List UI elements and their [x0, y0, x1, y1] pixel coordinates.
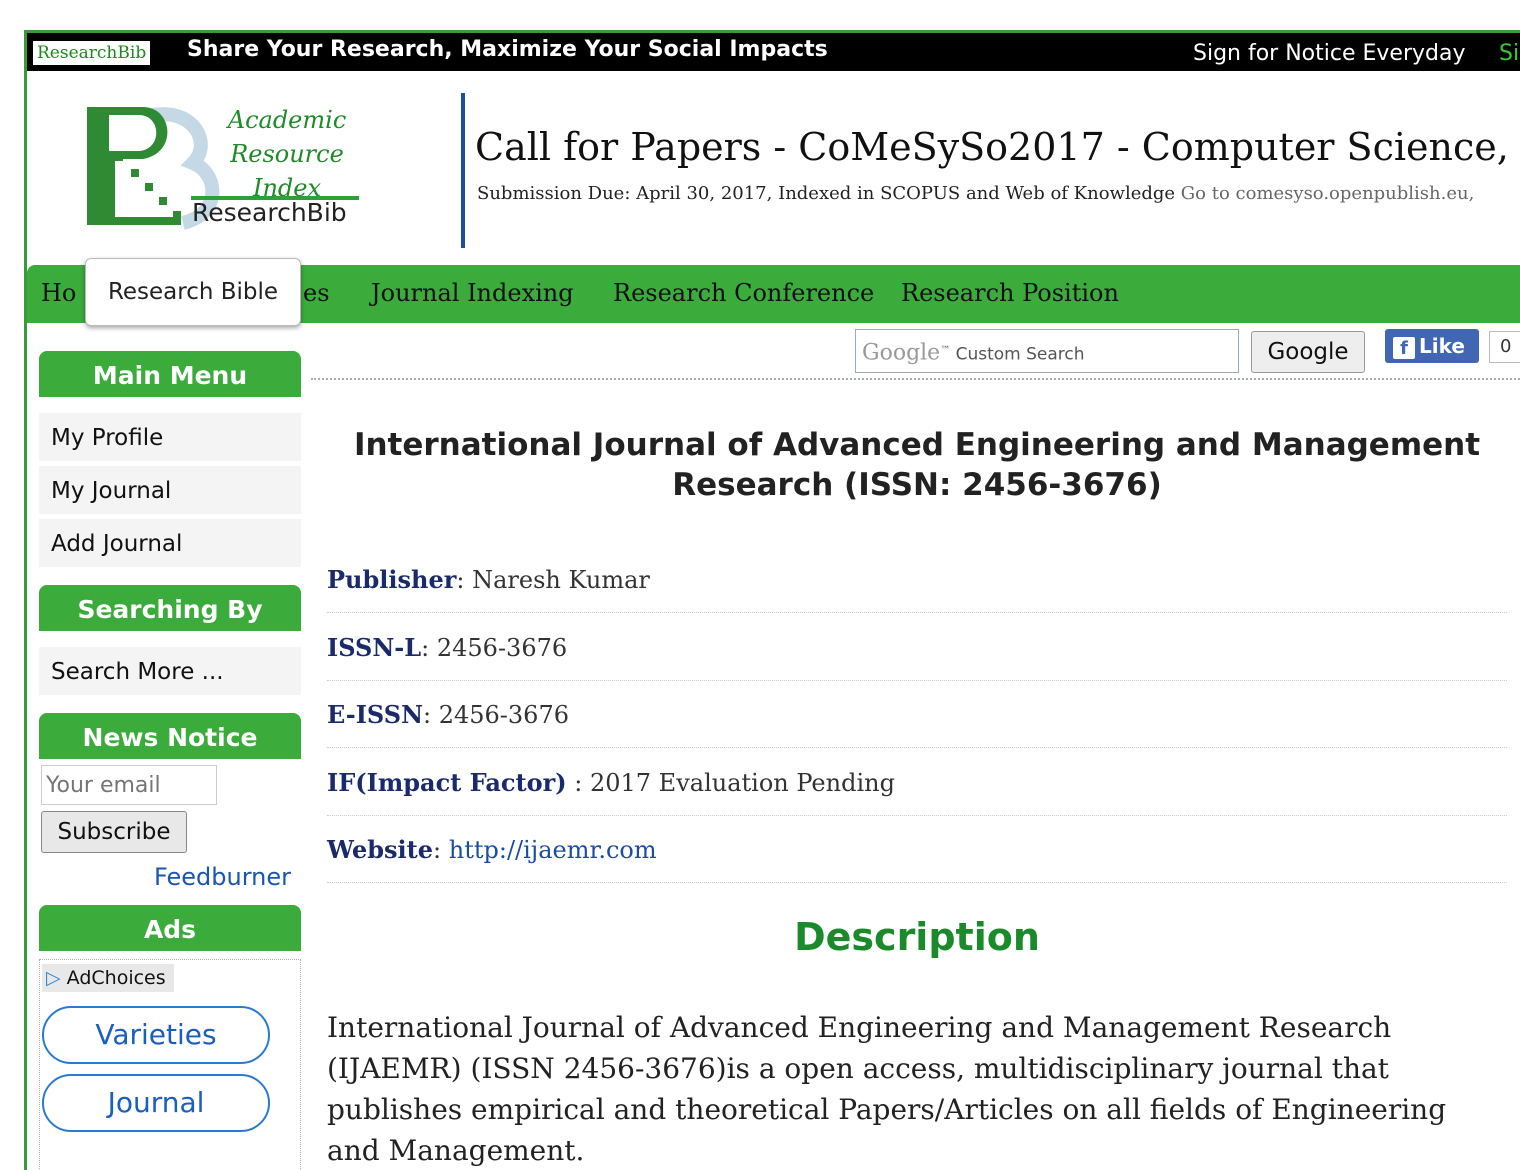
field-e-issn: E-ISSN: 2456-3676 [327, 700, 1507, 748]
page-frame: ResearchBib Share Your Research, Maximiz… [24, 30, 1520, 1170]
impact-factor-label: IF(Impact Factor) [327, 768, 567, 797]
publisher-sep: : [456, 566, 473, 594]
searching-by-heading: Searching By [39, 585, 301, 631]
subscribe-button[interactable]: Subscribe [41, 811, 187, 853]
facebook-like-button[interactable]: f Like [1385, 329, 1479, 363]
email-field[interactable] [41, 765, 217, 805]
call-for-papers-subtitle: Submission Due: April 30, 2017, Indexed … [477, 183, 1474, 204]
google-search-button[interactable]: Google [1251, 331, 1365, 373]
ad-box: ▷ AdChoices Varieties Journal [39, 959, 301, 1170]
field-issn-l: ISSN-L: 2456-3676 [327, 633, 1507, 681]
e-issn-sep: : [423, 701, 439, 729]
mini-logo-research: Research [37, 43, 118, 63]
field-publisher: Publisher: Naresh Kumar [327, 565, 1507, 613]
header-divider [461, 93, 465, 248]
nav-research-conference[interactable]: Research Conference [613, 279, 874, 307]
ad-button-varieties[interactable]: Varieties [42, 1006, 270, 1064]
mini-logo-bib: Bib [117, 43, 147, 63]
adchoices-icon: ▷ [46, 967, 61, 989]
field-impact-factor: IF(Impact Factor) : 2017 Evaluation Pend… [327, 768, 1507, 816]
top-bar: ResearchBib Share Your Research, Maximiz… [27, 33, 1520, 71]
research-bible-tooltip: Research Bible [85, 258, 301, 326]
call-for-papers-title[interactable]: Call for Papers - CoMeSySo2017 - Compute… [475, 125, 1520, 169]
google-wordmark: Google [862, 340, 941, 366]
publisher-value: Naresh Kumar [472, 566, 650, 594]
nav-journals[interactable]: es [303, 279, 330, 307]
google-trademark: ™ [940, 345, 951, 356]
news-notice-heading: News Notice [39, 713, 301, 759]
description-text: International Journal of Advanced Engine… [327, 1011, 1447, 1167]
issn-l-value: 2456-3676 [436, 634, 568, 662]
journal-title: International Journal of Advanced Engine… [353, 427, 1481, 503]
sidebar-item-my-profile[interactable]: My Profile [39, 413, 301, 463]
adchoices-label: AdChoices [66, 967, 166, 989]
dotted-divider [311, 378, 1520, 380]
logo-line-resource: Resource [230, 140, 344, 168]
description-heading: Description [794, 915, 1040, 959]
e-issn-value: 2456-3676 [438, 701, 569, 729]
search-placeholder: Custom Search [955, 344, 1085, 365]
logo-brand: ResearchBib [192, 198, 347, 227]
search-input[interactable]: Google™ Custom Search [855, 329, 1239, 373]
cfp-goto-link[interactable]: Go to comesyso.openpublish.eu, [1181, 183, 1475, 204]
e-issn-label: E-ISSN [327, 700, 423, 729]
sign-notice-link[interactable]: Sign for Notice Everyday [1193, 41, 1466, 66]
like-label: Like [1419, 334, 1465, 358]
nav-home[interactable]: Ho [41, 279, 76, 307]
nav-research-position[interactable]: Research Position [901, 279, 1119, 307]
like-count: 0 [1489, 331, 1520, 363]
sidebar-item-my-journal[interactable]: My Journal [39, 466, 301, 516]
feedburner-link[interactable]: Feedburner [154, 863, 291, 891]
cfp-submission-text: Submission Due: April 30, 2017, Indexed … [477, 183, 1176, 204]
publisher-label: Publisher [327, 565, 457, 594]
issn-l-sep: : [421, 634, 437, 662]
sidebar-item-add-journal[interactable]: Add Journal [39, 519, 301, 569]
ad-button-journal[interactable]: Journal [42, 1074, 270, 1132]
field-website: Website: http://ijaemr.com [327, 835, 1507, 883]
website-link[interactable]: http://ijaemr.com [449, 836, 657, 864]
website-sep: : [433, 836, 449, 864]
sign-in-link[interactable]: Si [1499, 41, 1519, 66]
tagline: Share Your Research, Maximize Your Socia… [187, 37, 828, 62]
issn-l-label: ISSN-L [327, 633, 422, 662]
impact-factor-value: 2017 Evaluation Pending [589, 769, 895, 797]
nav-journal-indexing[interactable]: Journal Indexing [371, 279, 574, 307]
facebook-icon: f [1393, 336, 1415, 359]
impact-factor-sep: : [566, 769, 590, 797]
website-label: Website [327, 835, 434, 864]
main-menu-heading: Main Menu [39, 351, 301, 397]
sidebar-item-search-more[interactable]: Search More ... [39, 647, 301, 697]
logo-text: Academic Resource Index [217, 103, 357, 205]
researchbib-mini-logo[interactable]: ResearchBib [33, 41, 151, 65]
ads-heading: Ads [39, 905, 301, 951]
logo-line-academic: Academic [227, 106, 347, 134]
adchoices-badge[interactable]: ▷ AdChoices [42, 964, 174, 992]
